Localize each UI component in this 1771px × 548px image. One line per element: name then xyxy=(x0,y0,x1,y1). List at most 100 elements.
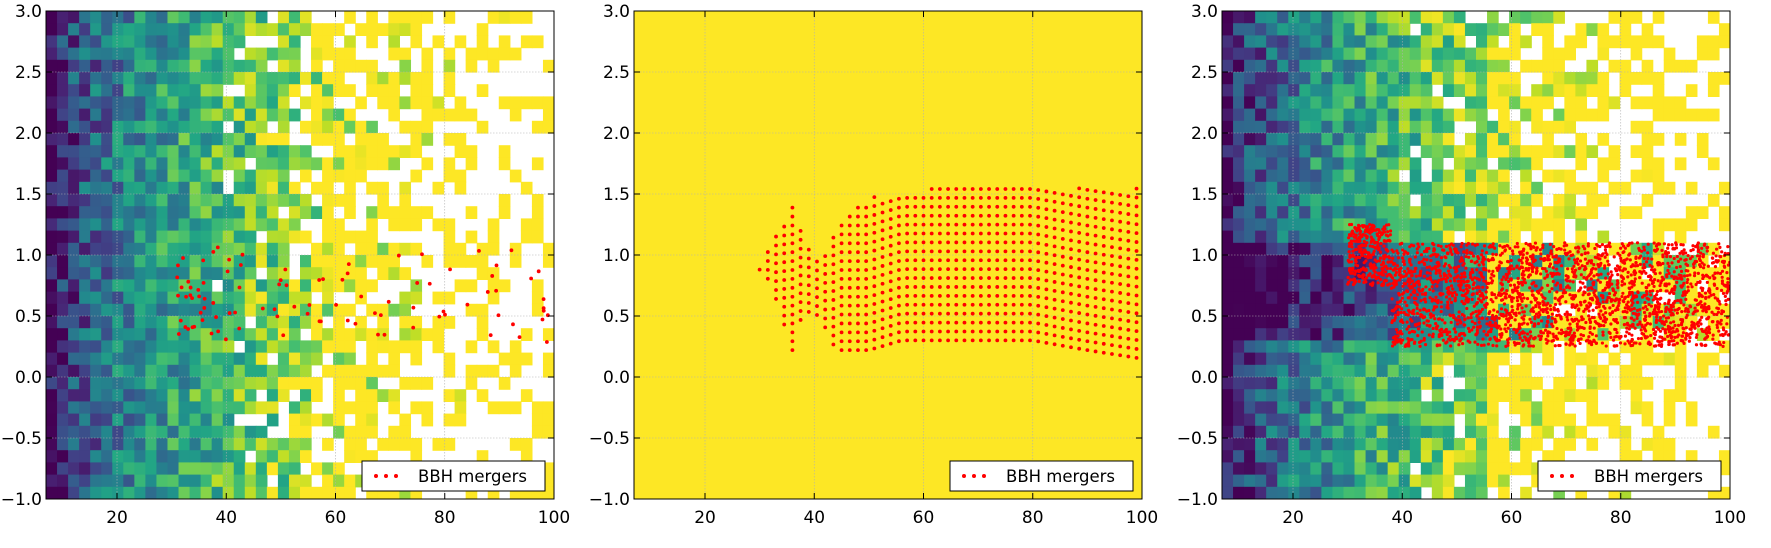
heatmap-cell xyxy=(1553,231,1565,244)
bbh-merger-point xyxy=(1476,291,1479,294)
bbh-merger-point xyxy=(1020,312,1024,316)
heatmap-cell xyxy=(112,35,124,48)
heatmap-cell xyxy=(322,206,334,219)
heatmap-cell xyxy=(1310,194,1322,207)
heatmap-cell xyxy=(134,60,146,73)
heatmap-cell xyxy=(1443,475,1455,488)
bbh-merger-point xyxy=(1667,300,1670,303)
bbh-merger-point xyxy=(807,310,811,314)
y-tick-label: −1.0 xyxy=(1,490,42,510)
heatmap-cell xyxy=(1421,401,1433,414)
bbh-merger-point xyxy=(1656,290,1659,293)
bbh-merger-point xyxy=(1126,248,1130,252)
bbh-merger-point xyxy=(1102,297,1106,301)
heatmap-cell xyxy=(1454,35,1466,48)
heatmap-cell xyxy=(278,218,290,231)
bbh-merger-point xyxy=(815,269,819,273)
bbh-merger-point xyxy=(1602,324,1605,327)
bbh-merger-point xyxy=(963,258,967,262)
heatmap-cell xyxy=(1520,11,1532,24)
heatmap-cell xyxy=(156,475,168,488)
heatmap-cell xyxy=(79,487,91,500)
bbh-merger-point xyxy=(946,196,950,200)
bbh-merger-point xyxy=(346,271,350,275)
heatmap-cell xyxy=(311,182,323,195)
heatmap-cell xyxy=(1266,255,1278,268)
bbh-merger-point xyxy=(1491,314,1494,317)
heatmap-cell xyxy=(234,72,246,85)
heatmap-cell xyxy=(1288,60,1300,73)
heatmap-cell xyxy=(1653,231,1665,244)
heatmap-cell xyxy=(90,109,102,122)
heatmap-cell xyxy=(388,438,400,451)
heatmap-cell xyxy=(1421,84,1433,97)
heatmap-cell xyxy=(399,438,411,451)
heatmap-cell xyxy=(311,304,323,317)
heatmap-cell xyxy=(1575,109,1587,122)
heatmap-cell xyxy=(1443,72,1455,85)
heatmap-cell xyxy=(300,414,312,427)
bbh-merger-point xyxy=(897,286,901,290)
bbh-merger-point xyxy=(1085,188,1089,192)
heatmap-cell xyxy=(1432,11,1444,24)
heatmap-cell xyxy=(366,279,378,292)
bbh-merger-point xyxy=(1135,329,1139,333)
y-tick-label: −0.5 xyxy=(1,429,42,449)
heatmap-cell xyxy=(57,218,69,231)
heatmap-cell xyxy=(322,414,334,427)
bbh-merger-point xyxy=(995,267,999,271)
bbh-merger-point xyxy=(1069,328,1073,332)
heatmap-cell xyxy=(1299,462,1311,475)
heatmap-cell xyxy=(1310,401,1322,414)
heatmap-cell xyxy=(1597,72,1609,85)
heatmap-cell xyxy=(101,35,113,48)
bbh-merger-point xyxy=(987,294,991,298)
bbh-merger-point xyxy=(1094,314,1098,318)
heatmap-cell xyxy=(1399,487,1411,500)
heatmap-cell xyxy=(212,401,224,414)
bbh-merger-point xyxy=(1045,341,1049,345)
heatmap-cell xyxy=(1432,157,1444,170)
heatmap-cell xyxy=(1520,487,1532,500)
y-tick-label: 0.5 xyxy=(15,307,42,327)
heatmap-cell xyxy=(46,96,58,109)
heatmap-cell xyxy=(267,243,279,256)
heatmap-cell xyxy=(1277,267,1289,280)
bbh-merger-point xyxy=(995,303,999,307)
heatmap-cell xyxy=(1299,255,1311,268)
heatmap-cell xyxy=(79,72,91,85)
heatmap-cell xyxy=(344,157,356,170)
bbh-merger-point xyxy=(954,312,958,316)
heatmap-cell xyxy=(289,328,301,341)
heatmap-cell xyxy=(1366,23,1378,36)
heatmap-cell xyxy=(289,426,301,439)
bbh-merger-point xyxy=(1712,252,1715,255)
heatmap-cell xyxy=(134,255,146,268)
bbh-merger-point xyxy=(987,249,991,253)
bbh-merger-point xyxy=(1520,306,1523,309)
bbh-merger-point xyxy=(1118,327,1122,331)
bbh-merger-point xyxy=(1102,226,1106,230)
heatmap-cell xyxy=(1476,121,1488,134)
heatmap-cell xyxy=(1399,450,1411,463)
heatmap-cell xyxy=(46,231,58,244)
heatmap-cell xyxy=(1487,170,1499,183)
heatmap-cell xyxy=(1255,84,1267,97)
heatmap-cell xyxy=(1321,72,1333,85)
heatmap-cell xyxy=(1542,11,1554,24)
heatmap-cell xyxy=(190,487,202,500)
bbh-merger-point xyxy=(1538,306,1541,309)
bbh-merger-point xyxy=(922,339,926,343)
heatmap-cell xyxy=(101,401,113,414)
heatmap-cell xyxy=(1531,414,1543,427)
heatmap-cell xyxy=(1255,182,1267,195)
heatmap-cell xyxy=(1222,48,1234,61)
heatmap-cell xyxy=(1664,182,1676,195)
heatmap-cell xyxy=(223,353,235,366)
heatmap-cell xyxy=(256,121,268,134)
heatmap-cell xyxy=(1564,353,1576,366)
bbh-merger-point xyxy=(840,330,844,334)
heatmap-cell xyxy=(90,243,102,256)
heatmap-cell xyxy=(333,84,345,97)
bbh-merger-point xyxy=(1355,260,1358,263)
